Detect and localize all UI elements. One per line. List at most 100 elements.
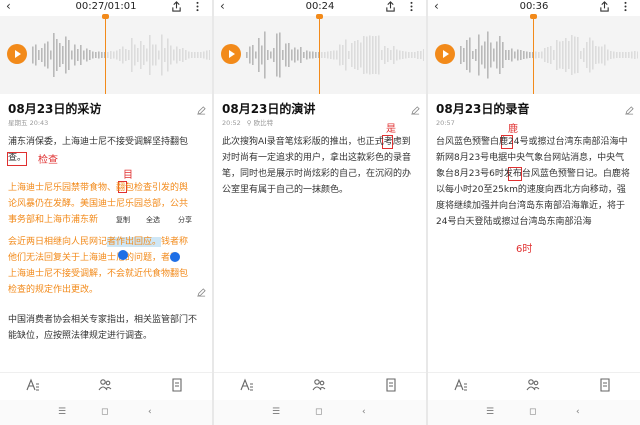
waveform-bar <box>583 48 585 62</box>
playhead-handle[interactable] <box>316 14 323 19</box>
waveform-area[interactable] <box>214 16 426 94</box>
summary-icon[interactable] <box>598 378 612 392</box>
waveform-bar <box>517 49 519 61</box>
waveform-bar <box>547 47 549 63</box>
share-icon[interactable] <box>171 1 182 12</box>
annotation-box <box>7 152 27 166</box>
waveform-bar <box>622 52 624 58</box>
playhead[interactable] <box>105 16 106 94</box>
waveform-area[interactable] <box>0 16 212 94</box>
top-bar: ‹ 00:36 <box>428 0 640 14</box>
waveform-bar <box>466 40 468 70</box>
paragraph-2-line-2: 论风暴仍在发酵。美国迪士尼乐园总部，公共 <box>8 199 189 209</box>
note-title: 08月23日的演讲 <box>222 102 316 116</box>
waveform-bar <box>384 46 386 64</box>
share-icon[interactable] <box>599 1 610 12</box>
pencil-icon[interactable] <box>197 106 206 115</box>
more-icon[interactable] <box>620 1 631 12</box>
waveform-bar <box>484 41 486 69</box>
waveform-bar <box>119 49 121 61</box>
back-nav-icon[interactable]: ‹ <box>576 406 580 418</box>
menu-nav-icon[interactable]: ☰ <box>486 406 494 418</box>
selected-text[interactable]: 者作出回应。 <box>107 237 162 247</box>
waveform-bar <box>420 51 422 59</box>
play-icon[interactable] <box>435 44 455 64</box>
waveform-bar <box>520 50 522 60</box>
top-bar: ‹ 00:27/01:01 <box>0 0 212 14</box>
play-icon[interactable] <box>7 44 27 64</box>
waveform-bar <box>282 50 284 60</box>
waveform-bar <box>249 46 251 64</box>
waveform-bar <box>607 49 609 61</box>
playhead[interactable] <box>319 16 320 94</box>
text-format-icon[interactable] <box>454 378 468 392</box>
summary-icon[interactable] <box>384 378 398 392</box>
play-icon[interactable] <box>221 44 241 64</box>
waveform-bar <box>393 46 395 64</box>
waveform-bar <box>580 51 582 59</box>
home-nav-icon[interactable]: ◻ <box>101 406 108 418</box>
note-panel-interview: ‹ 00:27/01:01 08月23日的采访 星期五 20:43 浦东消保委，… <box>0 0 212 425</box>
waveform-area[interactable] <box>428 16 640 94</box>
selection-handle-start[interactable] <box>118 250 128 260</box>
playhead-handle[interactable] <box>530 14 537 19</box>
waveform-bar <box>179 49 181 61</box>
menu-share[interactable]: 分享 <box>178 214 192 226</box>
pencil-icon[interactable] <box>411 106 420 115</box>
waveform-bar <box>508 50 510 60</box>
note-title: 08月23日的录音 <box>436 102 530 116</box>
playhead[interactable] <box>533 16 534 94</box>
waveform-bar <box>460 46 462 64</box>
waveform-bar <box>327 51 329 59</box>
waveform-bar <box>143 45 145 65</box>
waveform-bar <box>568 41 570 69</box>
summary-icon[interactable] <box>170 378 184 392</box>
text-format-icon[interactable] <box>240 378 254 392</box>
waveform-bar <box>276 33 278 77</box>
speakers-icon[interactable] <box>312 378 326 392</box>
bottom-toolbar <box>214 372 426 398</box>
waveform-bar <box>333 50 335 60</box>
back-nav-icon[interactable]: ‹ <box>148 406 152 418</box>
waveform-bar <box>571 35 573 75</box>
waveform-bar <box>535 51 537 59</box>
note-date: 20:57 <box>436 119 455 127</box>
waveform-bar <box>110 51 112 59</box>
menu-copy[interactable]: 复制 <box>116 214 130 226</box>
waveform-bar <box>264 31 266 79</box>
share-icon[interactable] <box>385 1 396 12</box>
pencil-icon[interactable] <box>197 288 206 297</box>
waveform-bar <box>601 46 603 64</box>
home-nav-icon[interactable]: ◻ <box>529 406 536 418</box>
menu-nav-icon[interactable]: ☰ <box>58 406 66 418</box>
menu-nav-icon[interactable]: ☰ <box>272 406 280 418</box>
more-icon[interactable] <box>192 1 203 12</box>
playhead-handle[interactable] <box>102 14 109 19</box>
waveform-bar <box>173 49 175 61</box>
waveform-bar <box>206 50 208 60</box>
waveform-bar <box>306 50 308 60</box>
pencil-icon[interactable] <box>625 106 634 115</box>
home-nav-icon[interactable]: ◻ <box>315 406 322 418</box>
menu-select-all[interactable]: 全选 <box>146 214 160 226</box>
waveform-bar <box>372 36 374 74</box>
paragraph-1: 台风蓝色预警白鹿24号或擦过台湾东南部沿海中新网8月23号电据中央气象台网站消息… <box>436 137 630 227</box>
more-icon[interactable] <box>406 1 417 12</box>
waveform-bar <box>140 41 142 69</box>
waveform-bar <box>604 44 606 66</box>
waveform-bar <box>616 52 618 58</box>
back-nav-icon[interactable]: ‹ <box>362 406 366 418</box>
speakers-icon[interactable] <box>526 378 540 392</box>
waveform-bar <box>83 50 85 60</box>
waveform-bar <box>300 47 302 63</box>
waveform-bar <box>363 36 365 74</box>
waveform-bar <box>577 37 579 73</box>
text-format-icon[interactable] <box>26 378 40 392</box>
waveform-bar <box>613 51 615 59</box>
waveform-bar <box>279 32 281 78</box>
waveform-bar <box>499 36 501 74</box>
waveform-bar <box>559 41 561 69</box>
selection-handle-end[interactable] <box>170 252 180 262</box>
speakers-icon[interactable] <box>98 378 112 392</box>
waveform-bar <box>505 50 507 60</box>
